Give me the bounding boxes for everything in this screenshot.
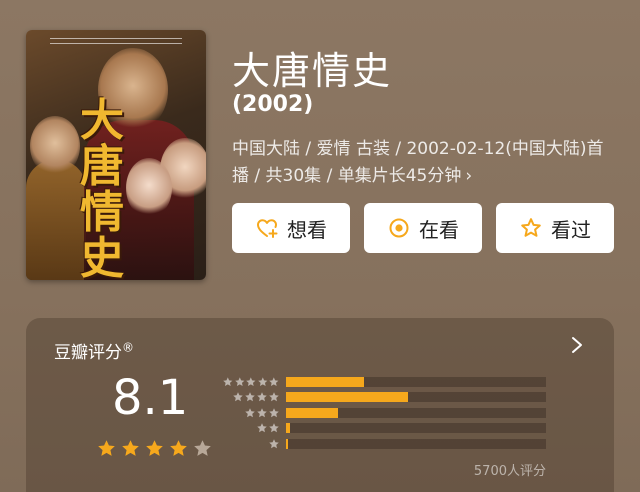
- star-empty-icon: [194, 440, 211, 456]
- mini-star-icon: [269, 423, 279, 433]
- movie-meta-info[interactable]: 中国大陆 / 爱情 古装 / 2002-02-12(中国大陆)首播 / 共30集…: [232, 136, 612, 190]
- chevron-right-icon[interactable]: [568, 334, 586, 356]
- mini-star-icon: [246, 377, 256, 386]
- star-outline-icon: [521, 218, 541, 237]
- mini-star-icon: [234, 377, 245, 386]
- rating-bar-stars: [222, 376, 286, 388]
- rating-score: 8.1: [112, 370, 189, 426]
- rating-bar-stars: [222, 422, 286, 434]
- rating-bar-fill: [286, 438, 288, 449]
- watching-button[interactable]: 在看: [364, 203, 482, 253]
- mini-star-icon: [233, 392, 243, 402]
- want-to-watch-label: 想看: [287, 217, 327, 242]
- rating-bar-fill: [286, 376, 364, 387]
- mini-star-icon: [269, 377, 279, 386]
- movie-title: 大唐情史: [232, 49, 393, 93]
- mini-star-icon: [269, 392, 279, 402]
- rating-stars: [96, 438, 213, 459]
- star-filled-icon: [122, 440, 139, 456]
- movie-meta-text: 中国大陆 / 爱情 古装 / 2002-02-12(中国大陆)首播 / 共30集…: [232, 139, 604, 186]
- rating-bar-row-1-star: [222, 436, 546, 452]
- rating-distribution: [222, 374, 546, 452]
- heart-plus-icon: [257, 219, 278, 238]
- rating-bar-stars: [222, 391, 286, 403]
- mini-star-icon: [269, 439, 279, 448]
- rating-bar-track: [286, 392, 546, 403]
- watching-label: 在看: [419, 217, 459, 242]
- star-filled-icon: [170, 440, 187, 456]
- rating-bar-track: [286, 438, 546, 449]
- poster-monk-face: [30, 116, 80, 176]
- rating-bar-track: [286, 407, 546, 418]
- mini-star-icon: [269, 408, 279, 417]
- drama-poster[interactable]: 大唐情史: [26, 30, 206, 280]
- rating-header: 豆瓣评分®: [54, 338, 134, 363]
- target-circle-icon: [389, 218, 409, 238]
- rating-bar-fill: [286, 392, 409, 403]
- mini-star-icon: [245, 392, 255, 402]
- star-filled-icon: [146, 440, 163, 456]
- douban-rating-card[interactable]: 豆瓣评分® 8.1 5700人评分: [26, 318, 614, 492]
- want-to-watch-button[interactable]: 想看: [232, 203, 350, 253]
- poster-top-decoration: [50, 38, 182, 44]
- rating-bar-stars: [222, 438, 286, 450]
- watched-button[interactable]: 看过: [496, 203, 614, 253]
- rating-bar-row-4-star: [222, 390, 546, 406]
- rating-header-text: 豆瓣评分: [54, 343, 122, 363]
- mini-star-icon: [245, 408, 255, 417]
- registered-mark: ®: [122, 340, 134, 355]
- mini-star-icon: [257, 392, 267, 402]
- mini-star-icon: [257, 408, 267, 417]
- rating-bar-track: [286, 423, 546, 434]
- rating-bar-row-3-star: [222, 405, 546, 421]
- mini-star-icon: [257, 423, 267, 433]
- poster-title-text: 大唐情史: [80, 95, 124, 281]
- chevron-right-icon: ›: [465, 166, 473, 186]
- mini-star-icon: [258, 377, 268, 386]
- rating-bar-fill: [286, 407, 338, 418]
- rating-bar-row-2-star: [222, 421, 546, 437]
- watched-label: 看过: [551, 217, 591, 242]
- rating-bar-row-5-star: [222, 374, 546, 390]
- poster-girl-face: [126, 158, 172, 218]
- rating-bar-fill: [286, 423, 290, 434]
- movie-year: (2002): [232, 92, 314, 117]
- action-buttons: 想看 在看 看过: [232, 203, 614, 253]
- rating-bar-track: [286, 376, 546, 387]
- rating-count: 5700人评分: [473, 464, 546, 479]
- rating-bar-stars: [222, 407, 286, 419]
- mini-star-icon: [223, 377, 233, 386]
- star-filled-icon: [98, 440, 115, 456]
- movie-detail-page: 大唐情史 大唐情史 (2002) 中国大陆 / 爱情 古装 / 2002-02-…: [0, 0, 640, 492]
